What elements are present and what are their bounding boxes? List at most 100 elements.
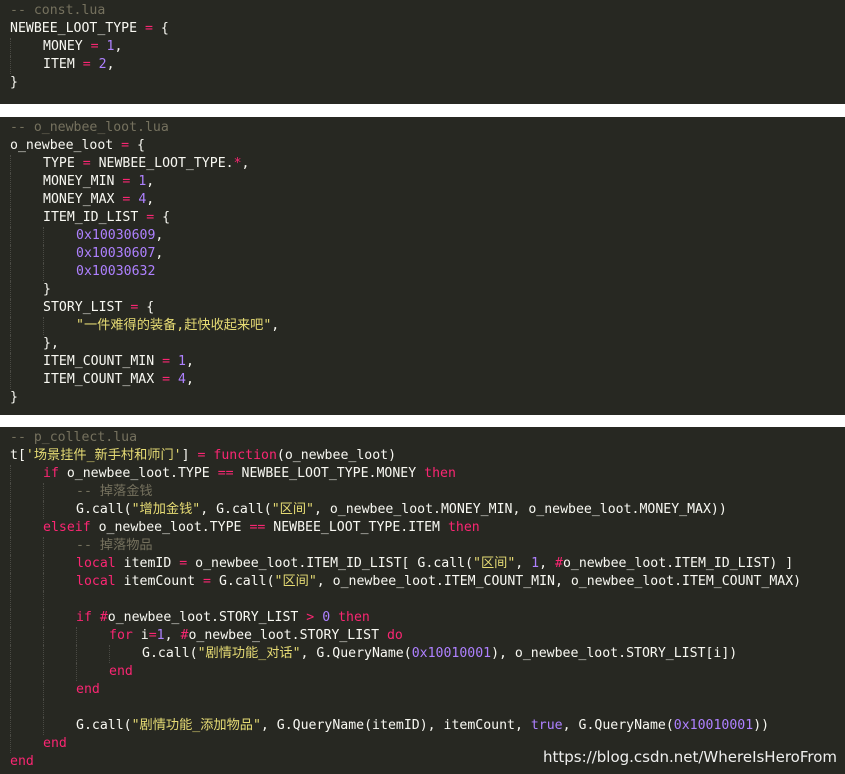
code-token: , bbox=[114, 39, 123, 54]
code-token: local bbox=[76, 556, 116, 571]
code-token: , G.QueryName(itemID), itemCount, bbox=[260, 718, 531, 733]
indent-guide bbox=[76, 627, 109, 645]
code-token: "区间" bbox=[271, 502, 314, 517]
code-token: o_newbee_loot.STORY_LIST bbox=[188, 628, 387, 643]
indent-guide bbox=[43, 263, 76, 281]
indent-guide bbox=[76, 663, 109, 681]
indent-guide bbox=[10, 173, 43, 191]
code-token: { bbox=[154, 210, 171, 225]
code-token: "剧情功能_添加物品" bbox=[131, 718, 261, 733]
indent-guide bbox=[10, 353, 43, 371]
code-token: = bbox=[179, 556, 188, 571]
indent-guide bbox=[10, 335, 43, 353]
code-token: 1 bbox=[531, 556, 540, 571]
code-token: if bbox=[43, 466, 59, 481]
code-line: G.call("剧情功能_对话", G.QueryName(0x10010001… bbox=[10, 645, 801, 663]
code-token: o_newbee_loot bbox=[10, 138, 122, 153]
code-token: } bbox=[10, 75, 18, 90]
code-block: -- p_collect.lua t['场景挂件_新手村和师门'] = funct… bbox=[10, 429, 801, 771]
code-token: MONEY_MIN bbox=[43, 174, 123, 189]
code-token: itemID bbox=[115, 556, 180, 571]
indent-guide bbox=[10, 245, 43, 263]
indent-guide bbox=[10, 699, 43, 717]
code-token: # bbox=[555, 556, 563, 571]
code-token: = bbox=[162, 372, 171, 387]
code-line: t['场景挂件_新手村和师门'] = function(o_newbee_loo… bbox=[10, 447, 801, 465]
code-token: , o_newbee_loot.ITEM_COUNT_MIN, o_newbee… bbox=[316, 574, 802, 589]
indent-guide bbox=[10, 519, 43, 537]
code-line: ITEM_ID_LIST = { bbox=[10, 209, 279, 227]
indent-guide bbox=[43, 645, 76, 663]
code-token: 1 bbox=[156, 628, 165, 643]
indent-guide bbox=[43, 681, 76, 699]
indent-guide bbox=[10, 465, 43, 483]
code-token: end bbox=[109, 664, 133, 679]
indent-guide bbox=[10, 609, 43, 627]
indent-guide bbox=[43, 609, 76, 627]
code-token: } bbox=[43, 282, 51, 297]
indent-guide bbox=[10, 573, 43, 591]
code-line: 0x10030632 bbox=[10, 263, 279, 281]
code-token: ITEM_COUNT_MAX bbox=[43, 372, 163, 387]
code-token: -- 掉落金钱 bbox=[76, 484, 153, 499]
code-token: o_newbee_loot.TYPE bbox=[58, 466, 218, 481]
code-token: -- 掉落物品 bbox=[76, 538, 153, 553]
indent-guide bbox=[43, 245, 76, 263]
code-line: MONEY_MAX = 4, bbox=[10, 191, 279, 209]
code-token: itemCount bbox=[115, 574, 204, 589]
code-line: local itemID = o_newbee_loot.ITEM_ID_LIS… bbox=[10, 555, 801, 573]
code-line: STORY_LIST = { bbox=[10, 299, 279, 317]
code-line: G.call("增加金钱", G.call("区间", o_newbee_loo… bbox=[10, 501, 801, 519]
indent-guide bbox=[10, 483, 43, 501]
code-token: == bbox=[249, 520, 266, 535]
code-token: G.call( bbox=[76, 502, 132, 517]
code-token: , G.QueryName( bbox=[562, 718, 674, 733]
code-token: MONEY_MAX bbox=[43, 192, 123, 207]
code-token: 0x10030632 bbox=[76, 264, 156, 279]
code-token: "剧情功能_对话" bbox=[197, 646, 301, 661]
code-token: = bbox=[203, 574, 211, 589]
indent-guide bbox=[10, 627, 43, 645]
code-line: elseif o_newbee_loot.TYPE == NEWBEE_LOOT… bbox=[10, 519, 801, 537]
code-token: ITEM bbox=[43, 57, 83, 72]
code-token: , bbox=[155, 246, 164, 261]
code-line: 0x10030609, bbox=[10, 227, 279, 245]
code-token: 1 bbox=[106, 39, 115, 54]
indent-guide bbox=[43, 501, 76, 519]
indent-guide bbox=[10, 299, 43, 317]
code-token: NEWBEE_LOOT_TYPE.MONEY bbox=[233, 466, 425, 481]
indent-guide bbox=[76, 645, 109, 663]
code-token: , bbox=[164, 628, 181, 643]
code-token: STORY_LIST bbox=[43, 300, 131, 315]
code-token: , bbox=[185, 354, 194, 369]
code-line: if o_newbee_loot.TYPE == NEWBEE_LOOT_TYP… bbox=[10, 465, 801, 483]
code-token: = bbox=[90, 39, 99, 54]
code-token: = bbox=[144, 21, 153, 36]
code-token: ITEM_ID_LIST bbox=[43, 210, 147, 225]
code-line: ITEM = 2, bbox=[10, 56, 169, 74]
code-line: if #o_newbee_loot.STORY_LIST > 0 then bbox=[10, 609, 801, 627]
code-token: 0x10030609 bbox=[76, 228, 156, 243]
code-token: TYPE bbox=[43, 156, 83, 171]
code-token: function bbox=[213, 448, 277, 463]
code-token: , bbox=[539, 556, 556, 571]
code-token: # bbox=[99, 610, 108, 625]
code-token: 0x10010001 bbox=[411, 646, 492, 661]
code-token: ITEM_COUNT_MIN bbox=[43, 354, 163, 369]
code-token: -- o_newbee_loot.lua bbox=[10, 120, 169, 135]
code-token: elseif bbox=[43, 520, 91, 535]
indent-guide bbox=[10, 317, 43, 335]
code-line: end bbox=[10, 681, 801, 699]
code-token: = bbox=[162, 354, 171, 369]
indent-guide bbox=[43, 483, 76, 501]
code-token: 4 bbox=[178, 372, 186, 387]
code-token: = bbox=[148, 628, 157, 643]
indent-guide bbox=[109, 645, 142, 663]
watermark-url: https://blog.csdn.net/WhereIsHeroFrom bbox=[542, 748, 837, 766]
indent-guide bbox=[10, 501, 43, 519]
code-token: , bbox=[515, 556, 532, 571]
